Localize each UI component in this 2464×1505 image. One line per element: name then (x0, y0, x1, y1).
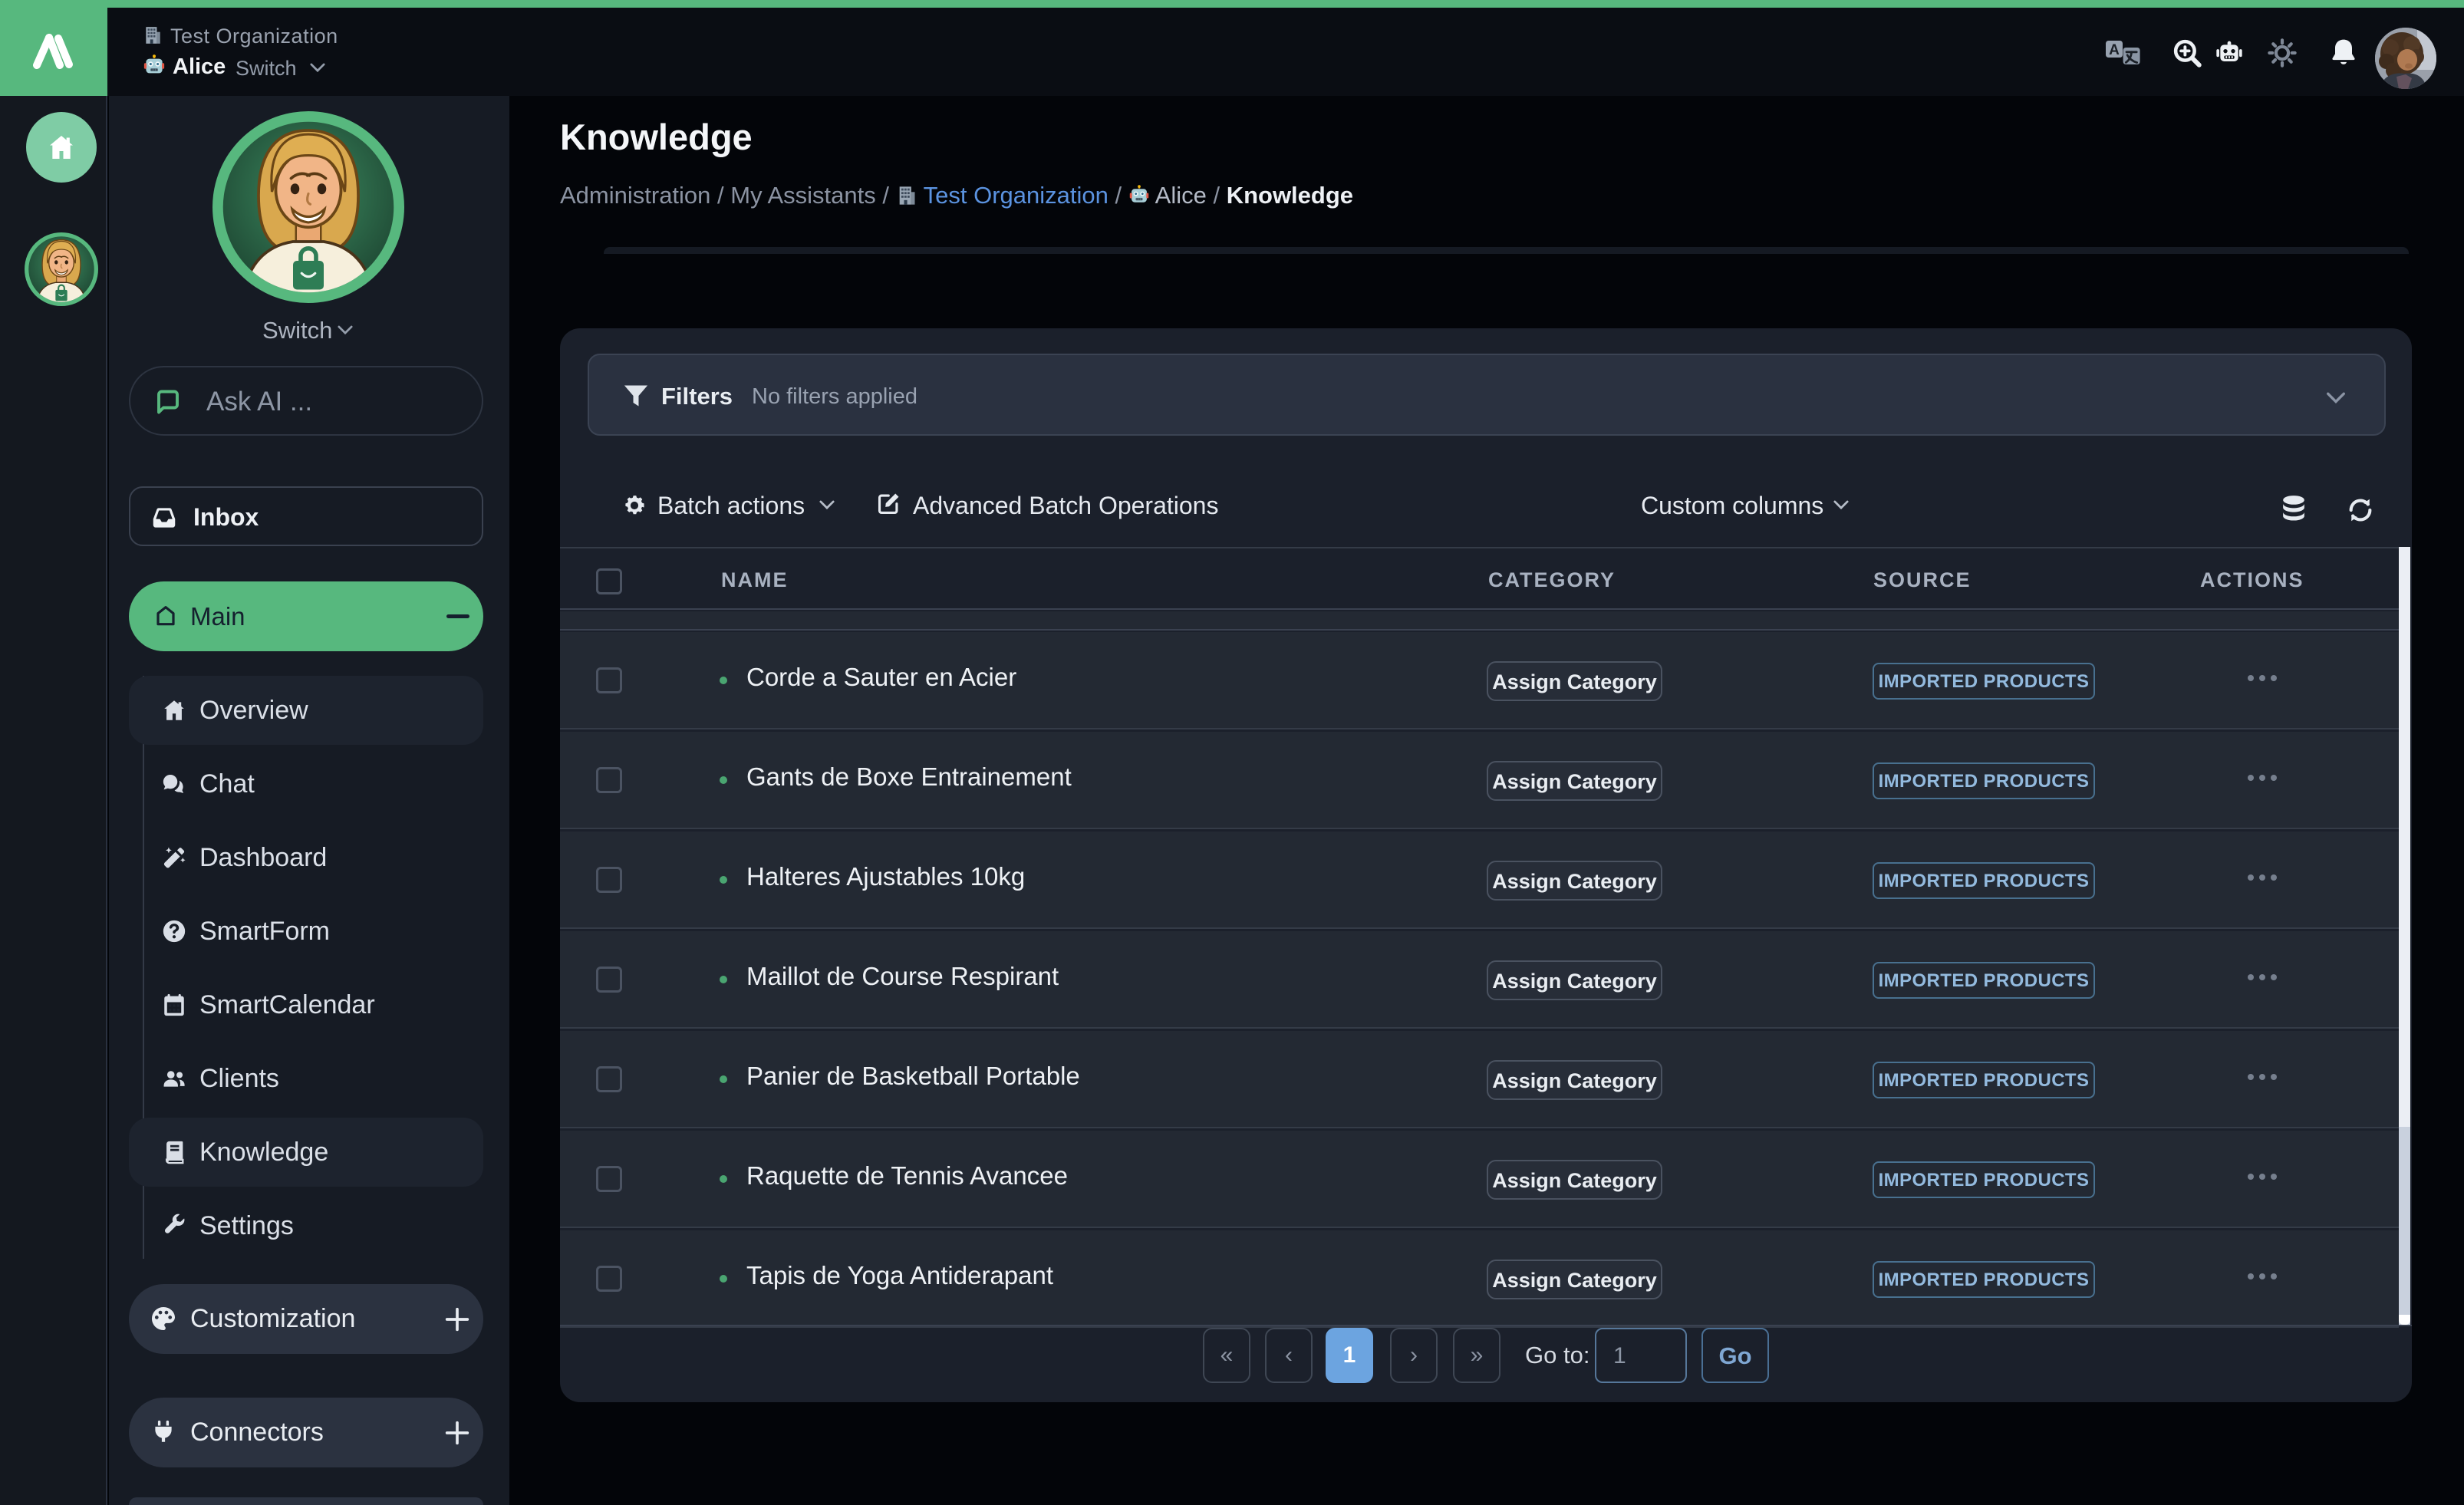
svg-text:A: A (2109, 42, 2120, 58)
